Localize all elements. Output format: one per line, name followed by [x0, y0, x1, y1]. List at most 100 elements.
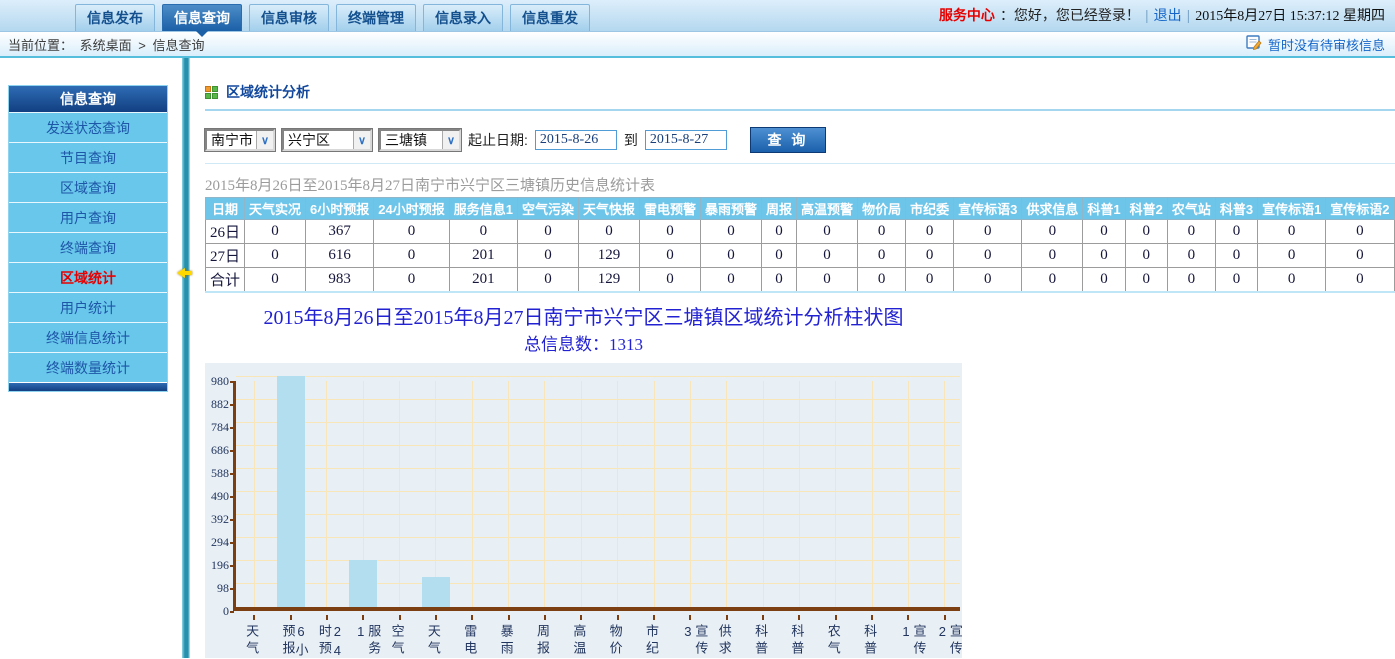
chart-title: 2015年8月26日至2015年8月27日南宁市兴宁区三塘镇区域统计分析柱状图 [205, 301, 962, 330]
y-axis-tick-label: 686 [205, 443, 229, 458]
separator: | [1187, 7, 1191, 23]
v-gridline [508, 381, 509, 607]
table-cell: 0 [374, 220, 449, 244]
table-cell: 0 [797, 244, 858, 268]
sidebar-item-7[interactable]: 终端信息统计 [9, 322, 167, 352]
nav-tab-1[interactable]: 信息查询 [162, 4, 242, 31]
chart-plot-area [233, 381, 960, 611]
v-gridline [544, 381, 545, 607]
table-title: 2015年8月26日至2015年8月27日南宁市兴宁区三塘镇历史信息统计表 [205, 174, 1395, 195]
x-axis-tick-label: 天气快报 [427, 624, 440, 659]
breadcrumb-system-desktop[interactable]: 系统桌面 [80, 38, 132, 53]
v-gridline [690, 381, 691, 607]
h-gridline [236, 491, 960, 492]
content-area: 信息查询 发送状态查询节目查询区域查询用户查询终端查询区域统计用户统计终端信息统… [0, 58, 1395, 658]
chart-subtitle: 总信息数：1313 [205, 330, 962, 355]
table-cell: 0 [1125, 268, 1167, 292]
table-cell: 0 [858, 220, 906, 244]
logout-link[interactable]: 退出 [1154, 5, 1182, 25]
table-header-cell: 日期 [206, 198, 245, 220]
v-gridline [254, 381, 255, 607]
table-row: 合计098302010129000000000000001313 [206, 268, 1395, 292]
table-cell: 0 [1083, 268, 1125, 292]
y-axis-tick [230, 381, 234, 383]
h-gridline [236, 560, 960, 561]
x-axis-tick-label: 科普1 [754, 624, 767, 659]
x-axis-tick [544, 615, 546, 620]
sidebar-title: 信息查询 [9, 86, 167, 112]
sidebar-item-3[interactable]: 用户查询 [9, 202, 167, 232]
table-row: 27日06160201012900000000000000946 [206, 244, 1395, 268]
city-select-value: 南宁市 [211, 130, 253, 150]
table-cell: 0 [1258, 220, 1326, 244]
sidebar-item-5[interactable]: 区域统计 [9, 262, 167, 292]
filter-bar: 南宁市 ∨ 兴宁区 ∨ 三塘镇 ∨ 起止日期: 到 查 询 [205, 127, 1395, 164]
table-cell: 0 [1215, 220, 1257, 244]
x-axis-tick [326, 615, 328, 620]
y-axis-tick-label: 588 [205, 466, 229, 481]
x-axis-tick [362, 615, 364, 620]
table-cell: 0 [1125, 244, 1167, 268]
breadcrumb-info-query[interactable]: 信息查询 [153, 38, 205, 53]
table-cell: 0 [1022, 244, 1083, 268]
x-axis-tick-label: 6小时预报 [282, 624, 308, 659]
x-axis-tick-label: 物价局 [609, 624, 622, 659]
table-header-cell: 供求信息 [1022, 198, 1083, 220]
table-header-cell: 宣传标语1 [1258, 198, 1326, 220]
x-axis-tick [726, 615, 728, 620]
h-gridline [236, 422, 960, 423]
sidebar-item-0[interactable]: 发送状态查询 [9, 112, 167, 142]
x-axis-tick-label: 周报 [536, 624, 549, 658]
table-cell: 27日 [206, 244, 245, 268]
query-button[interactable]: 查 询 [750, 127, 826, 153]
topbar-status-area: 服务中心 ：您好，您已经登录！ | 退出 | 2015年8月27日 15:37:… [939, 5, 1395, 31]
sidebar-item-4[interactable]: 终端查询 [9, 232, 167, 262]
y-axis-tick-label: 882 [205, 397, 229, 412]
y-axis-tick [230, 427, 234, 429]
start-date-input[interactable] [535, 130, 617, 150]
table-cell: 0 [954, 244, 1022, 268]
nav-tab-0[interactable]: 信息发布 [75, 4, 155, 31]
x-axis-tick-label: 宣传标语3 [681, 624, 707, 659]
sidebar-item-8[interactable]: 终端数量统计 [9, 352, 167, 382]
x-axis-tick [617, 615, 619, 620]
v-gridline [835, 381, 836, 607]
table-header-cell: 周报 [762, 198, 797, 220]
end-date-input[interactable] [645, 130, 727, 150]
table-cell: 0 [245, 220, 306, 244]
y-axis-tick-label: 98 [205, 581, 229, 596]
y-axis-tick [230, 496, 234, 498]
nav-tab-5[interactable]: 信息重发 [510, 4, 590, 31]
statistics-table: 日期天气实况6小时预报24小时预报服务信息1空气污染天气快报雷电预警暴雨预警周报… [205, 197, 1395, 293]
sidebar-item-2[interactable]: 区域查询 [9, 172, 167, 202]
chart-bar [422, 577, 450, 607]
table-header-cell: 科普3 [1215, 198, 1257, 220]
district-select[interactable]: 兴宁区 ∨ [282, 129, 372, 151]
table-header-cell: 6小时预报 [306, 198, 374, 220]
sidebar-item-1[interactable]: 节目查询 [9, 142, 167, 172]
x-axis-tick [907, 615, 909, 620]
city-select[interactable]: 南宁市 ∨ [205, 129, 275, 151]
town-select[interactable]: 三塘镇 ∨ [379, 129, 461, 151]
table-cell: 0 [449, 220, 517, 244]
table-cell: 0 [1167, 244, 1215, 268]
x-axis-tick [835, 615, 837, 620]
sidebar-splitter[interactable] [182, 58, 190, 658]
service-center-label: 服务中心 [939, 5, 995, 25]
table-cell: 0 [954, 268, 1022, 292]
district-select-value: 兴宁区 [288, 130, 330, 150]
table-cell: 0 [906, 220, 954, 244]
nav-tab-4[interactable]: 信息录入 [423, 4, 503, 31]
x-axis-tick-label: 空气污染 [391, 624, 404, 659]
y-axis-tick-label: 980 [205, 374, 229, 389]
v-gridline [472, 381, 473, 607]
login-greeting-text: ：您好，您已经登录！ [1000, 5, 1140, 25]
collapse-sidebar-arrow-icon[interactable] [177, 268, 185, 278]
pending-review-link[interactable]: 暂时没有待审核信息 [1268, 35, 1385, 54]
sidebar-item-6[interactable]: 用户统计 [9, 292, 167, 322]
nav-tab-2[interactable]: 信息审核 [249, 4, 329, 31]
h-gridline [236, 445, 960, 446]
main-panel: 区域统计分析 南宁市 ∨ 兴宁区 ∨ 三塘镇 ∨ 起止日期: 到 [190, 58, 1395, 658]
nav-tab-3[interactable]: 终端管理 [336, 4, 416, 31]
x-axis-tick-label: 天气实况 [245, 624, 258, 659]
